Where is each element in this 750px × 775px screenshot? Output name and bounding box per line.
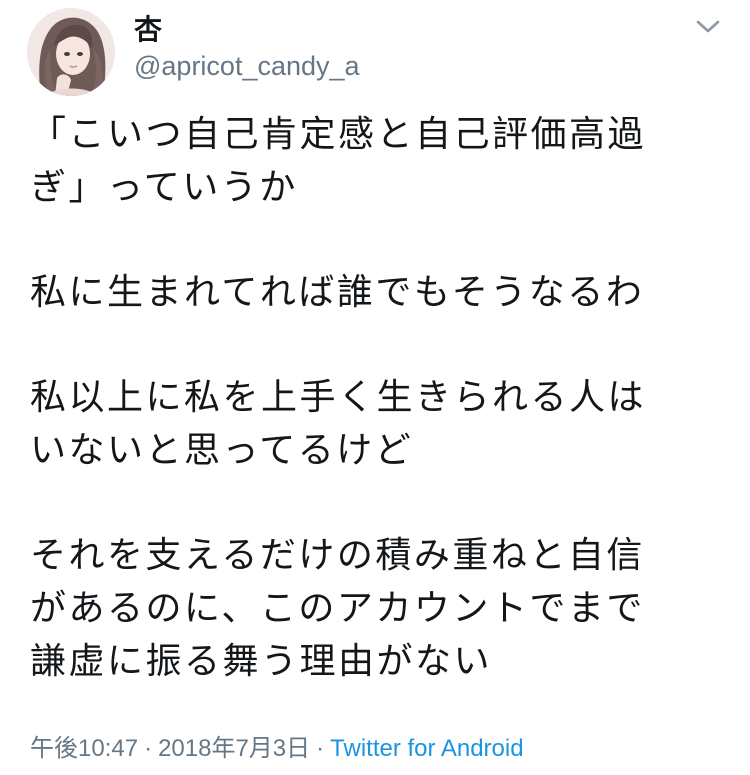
tweet-card: 杏 @apricot_candy_a 「こいつ自己肯定感と自己評価高過 ぎ」って… xyxy=(0,0,750,775)
tweet-line: 「こいつ自己肯定感と自己評価高過 xyxy=(30,114,647,155)
tweet-line: 謙虚に振る舞う理由がない xyxy=(30,641,493,682)
tweet-time[interactable]: 午後10:47 xyxy=(30,735,138,762)
tweet-line: それを支えるだけの積み重ねと自信 xyxy=(30,535,645,576)
tweet-paragraph: 「こいつ自己肯定感と自己評価高過 ぎ」っていうか xyxy=(30,108,730,214)
tweet-line: いないと思ってるけど xyxy=(30,430,414,471)
tweet-paragraph: それを支えるだけの積み重ねと自信 があるのに、このアカウントでまで 謙虚に振る舞… xyxy=(30,529,730,688)
avatar-illustration xyxy=(27,8,115,96)
tweet-line: 私以上に私を上手く生きられる人は xyxy=(30,377,647,418)
avatar[interactable] xyxy=(27,8,115,96)
meta-separator: · xyxy=(144,735,153,762)
tweet-line: 私に生まれてれば誰でもそうなるわ xyxy=(30,272,645,313)
chevron-down-icon[interactable] xyxy=(693,16,723,38)
tweet-meta: 午後10:47 · 2018年7月3日 · Twitter for Android xyxy=(30,734,524,764)
tweet-source-link[interactable]: Twitter for Android xyxy=(330,735,523,762)
display-name[interactable]: 杏 xyxy=(134,12,162,48)
tweet-text: 「こいつ自己肯定感と自己評価高過 ぎ」っていうか 私に生まれてれば誰でもそうなる… xyxy=(30,108,730,688)
tweet-line: ぎ」っていうか xyxy=(30,167,298,208)
user-handle[interactable]: @apricot_candy_a xyxy=(134,48,360,84)
tweet-date[interactable]: 2018年7月3日 xyxy=(158,735,310,762)
tweet-paragraph: 私以上に私を上手く生きられる人は いないと思ってるけど xyxy=(30,371,730,477)
tweet-paragraph: 私に生まれてれば誰でもそうなるわ xyxy=(30,266,730,319)
tweet-line: があるのに、このアカウントでまで xyxy=(30,588,645,629)
meta-separator: · xyxy=(316,735,325,762)
